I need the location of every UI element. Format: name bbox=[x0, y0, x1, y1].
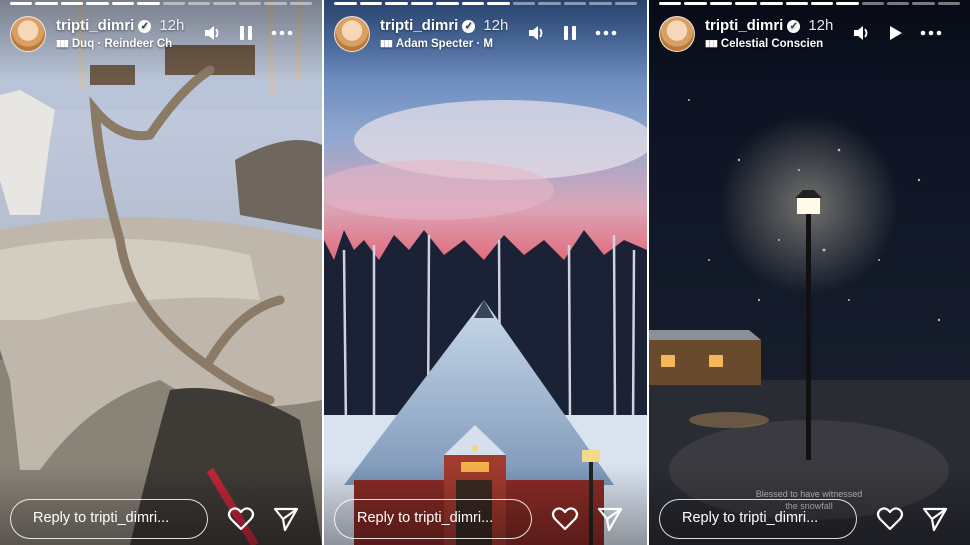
username[interactable]: tripti_dimri bbox=[380, 17, 458, 34]
story-progress-bar bbox=[334, 2, 637, 5]
story-image-snowy-hut-sunset bbox=[324, 0, 647, 545]
send-message-icon[interactable] bbox=[921, 505, 949, 533]
progress-segment bbox=[659, 2, 682, 5]
progress-segment bbox=[264, 2, 287, 5]
username[interactable]: tripti_dimri bbox=[56, 17, 134, 34]
verified-badge-icon: ✓ bbox=[138, 20, 152, 33]
progress-segment bbox=[238, 2, 262, 5]
verified-badge-icon: ✓ bbox=[462, 20, 476, 33]
music-bars-icon: ▮▮▮ bbox=[56, 38, 69, 48]
more-options-icon[interactable] bbox=[920, 24, 942, 46]
story-panel-1[interactable]: tripti_dimri ✓ 12h ▮▮▮ Duq · Reindeer Ch Re… bbox=[0, 0, 322, 545]
pause-icon[interactable] bbox=[237, 24, 255, 46]
story-footer: Reply to tripti_dimri... bbox=[659, 497, 960, 541]
story-progress-bar bbox=[10, 2, 313, 5]
username-row[interactable]: tripti_dimri ✓ 12h bbox=[380, 17, 508, 34]
avatar[interactable] bbox=[659, 16, 695, 52]
progress-segment bbox=[334, 2, 357, 5]
progress-segment bbox=[563, 2, 586, 5]
play-icon[interactable] bbox=[886, 24, 904, 46]
progress-segment bbox=[614, 2, 637, 5]
reply-input[interactable]: Reply to tripti_dimri... bbox=[334, 499, 532, 539]
more-options-icon[interactable] bbox=[595, 24, 617, 46]
story-header: tripti_dimri ✓ 12h ▮▮▮ Duq · Reindeer Ch bbox=[10, 14, 312, 54]
progress-segment bbox=[289, 2, 313, 5]
send-message-icon[interactable] bbox=[596, 505, 624, 533]
music-bars-icon: ▮▮▮ bbox=[380, 38, 393, 48]
like-heart-icon[interactable] bbox=[876, 505, 904, 533]
progress-segment bbox=[810, 2, 834, 5]
music-label-row[interactable]: ▮▮▮ Duq · Reindeer Ch bbox=[56, 38, 188, 50]
progress-segment bbox=[410, 2, 433, 5]
progress-segment bbox=[385, 2, 408, 5]
like-heart-icon[interactable] bbox=[227, 505, 255, 533]
progress-segment bbox=[886, 2, 910, 5]
avatar[interactable] bbox=[334, 16, 370, 52]
username[interactable]: tripti_dimri bbox=[705, 17, 783, 34]
avatar[interactable] bbox=[10, 16, 46, 52]
progress-segment bbox=[684, 2, 707, 5]
volume-icon[interactable] bbox=[527, 24, 545, 46]
progress-segment bbox=[359, 2, 382, 5]
reply-input[interactable]: Reply to tripti_dimri... bbox=[659, 499, 857, 539]
progress-segment bbox=[760, 2, 783, 5]
progress-segment bbox=[111, 2, 135, 5]
music-bars-icon: ▮▮▮ bbox=[705, 38, 718, 48]
pause-icon[interactable] bbox=[561, 24, 579, 46]
like-heart-icon[interactable] bbox=[551, 505, 579, 533]
progress-segment bbox=[187, 2, 211, 5]
progress-segment bbox=[538, 2, 561, 5]
progress-segment bbox=[937, 2, 960, 5]
post-time: 12h bbox=[159, 17, 185, 34]
progress-segment bbox=[861, 2, 884, 5]
story-controls bbox=[852, 24, 942, 46]
progress-segment bbox=[487, 2, 510, 5]
story-header: tripti_dimri ✓ 12h ▮▮▮ Adam Specter · M bbox=[334, 14, 637, 54]
progress-segment bbox=[35, 2, 58, 5]
story-controls bbox=[203, 24, 293, 46]
progress-segment bbox=[734, 2, 758, 5]
story-image-night-snowfall bbox=[649, 0, 970, 545]
story-footer: Reply to tripti_dimri... bbox=[10, 497, 312, 541]
progress-segment bbox=[162, 2, 185, 5]
progress-segment bbox=[60, 2, 84, 5]
volume-icon[interactable] bbox=[852, 24, 870, 46]
progress-segment bbox=[512, 2, 535, 5]
progress-segment bbox=[785, 2, 808, 5]
volume-icon[interactable] bbox=[203, 24, 221, 46]
progress-segment bbox=[461, 2, 484, 5]
music-label-row[interactable]: ▮▮▮ Adam Specter · M bbox=[380, 38, 508, 50]
story-panel-3[interactable]: tripti_dimri ✓ 12h ▮▮▮ Celestial Conscien B… bbox=[649, 0, 970, 545]
progress-segment bbox=[709, 2, 732, 5]
progress-segment bbox=[436, 2, 459, 5]
progress-segment bbox=[137, 2, 160, 5]
verified-badge-icon: ✓ bbox=[787, 20, 801, 33]
post-time: 12h bbox=[483, 17, 509, 34]
reply-input[interactable]: Reply to tripti_dimri... bbox=[10, 499, 208, 539]
more-options-icon[interactable] bbox=[271, 24, 293, 46]
progress-segment bbox=[589, 2, 612, 5]
progress-segment bbox=[836, 2, 859, 5]
story-image-reindeer bbox=[0, 0, 322, 545]
send-message-icon[interactable] bbox=[272, 505, 300, 533]
music-track[interactable]: Celestial Conscien bbox=[721, 38, 823, 50]
story-panel-2[interactable]: tripti_dimri ✓ 12h ▮▮▮ Adam Specter · M Rep… bbox=[324, 0, 647, 545]
username-row[interactable]: tripti_dimri ✓ 12h bbox=[705, 17, 833, 34]
progress-segment bbox=[912, 2, 935, 5]
music-label-row[interactable]: ▮▮▮ Celestial Conscien bbox=[705, 38, 845, 50]
story-progress-bar bbox=[659, 2, 960, 5]
story-controls bbox=[527, 24, 617, 46]
progress-segment bbox=[10, 2, 33, 5]
story-footer: Reply to tripti_dimri... bbox=[334, 497, 637, 541]
story-header: tripti_dimri ✓ 12h ▮▮▮ Celestial Conscien bbox=[659, 14, 960, 54]
post-time: 12h bbox=[808, 17, 834, 34]
music-track[interactable]: Adam Specter · M bbox=[396, 38, 493, 50]
progress-segment bbox=[86, 2, 109, 5]
progress-segment bbox=[213, 2, 236, 5]
username-row[interactable]: tripti_dimri ✓ 12h bbox=[56, 17, 184, 34]
music-track[interactable]: Duq · Reindeer Ch bbox=[72, 38, 172, 50]
